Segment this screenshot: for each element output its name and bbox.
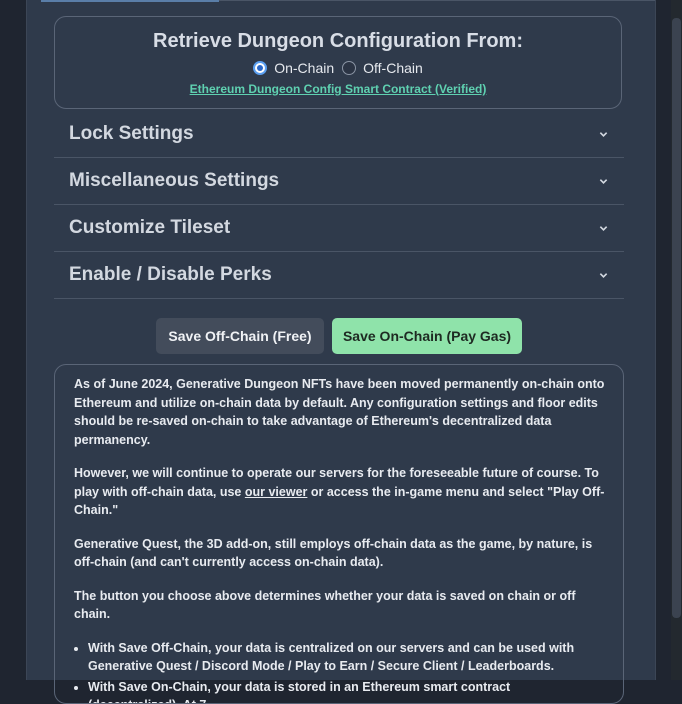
accordion-customize-tileset[interactable]: Customize Tileset: [54, 205, 624, 252]
list-item: With Save Off-Chain, your data is centra…: [88, 639, 605, 676]
chevron-down-icon: [599, 224, 608, 233]
accordion-misc-settings[interactable]: Miscellaneous Settings: [54, 158, 624, 205]
accordion-lock-settings[interactable]: Lock Settings: [54, 111, 624, 158]
info-paragraph-1: As of June 2024, Generative Dungeon NFTs…: [74, 375, 605, 449]
active-tab-indicator: [41, 0, 219, 2]
accordion-label: Lock Settings: [69, 123, 194, 145]
save-buttons: Save Off-Chain (Free) Save On-Chain (Pay…: [156, 318, 522, 354]
contract-link[interactable]: Ethereum Dungeon Config Smart Contract (…: [190, 82, 487, 96]
info-paragraph-3: Generative Quest, the 3D add-on, still e…: [74, 535, 605, 572]
info-bullet-list: With Save Off-Chain, your data is centra…: [74, 639, 605, 704]
our-viewer-link[interactable]: our viewer: [245, 485, 308, 499]
retrieve-title: Retrieve Dungeon Configuration From:: [55, 30, 621, 53]
accordion-label: Enable / Disable Perks: [69, 264, 272, 286]
settings-accordion: Lock Settings Miscellaneous Settings Cus…: [54, 111, 624, 299]
chevron-down-icon: [599, 177, 608, 186]
save-off-chain-button[interactable]: Save Off-Chain (Free): [156, 318, 324, 354]
accordion-label: Customize Tileset: [69, 217, 230, 239]
radio-off-chain[interactable]: [342, 61, 356, 75]
radio-label-on-chain: On-Chain: [274, 60, 334, 76]
radio-on-chain[interactable]: [253, 61, 267, 75]
source-radio-group: On-Chain Off-Chain: [55, 60, 621, 76]
save-on-chain-button[interactable]: Save On-Chain (Pay Gas): [332, 318, 522, 354]
radio-option-on-chain[interactable]: On-Chain: [253, 60, 334, 76]
main-panel: Retrieve Dungeon Configuration From: On-…: [26, 0, 656, 680]
chevron-down-icon: [599, 130, 608, 139]
scrollbar[interactable]: [671, 0, 682, 680]
info-box: As of June 2024, Generative Dungeon NFTs…: [54, 364, 624, 704]
list-item: With Save On-Chain, your data is stored …: [88, 678, 605, 704]
radio-label-off-chain: Off-Chain: [363, 60, 423, 76]
scrollbar-thumb[interactable]: [672, 18, 681, 618]
chevron-down-icon: [599, 271, 608, 280]
radio-option-off-chain[interactable]: Off-Chain: [342, 60, 423, 76]
info-paragraph-2: However, we will continue to operate our…: [74, 464, 605, 520]
info-paragraph-4: The button you choose above determines w…: [74, 587, 605, 624]
accordion-label: Miscellaneous Settings: [69, 170, 279, 192]
accordion-perks[interactable]: Enable / Disable Perks: [54, 252, 624, 299]
retrieve-config-box: Retrieve Dungeon Configuration From: On-…: [54, 16, 622, 109]
